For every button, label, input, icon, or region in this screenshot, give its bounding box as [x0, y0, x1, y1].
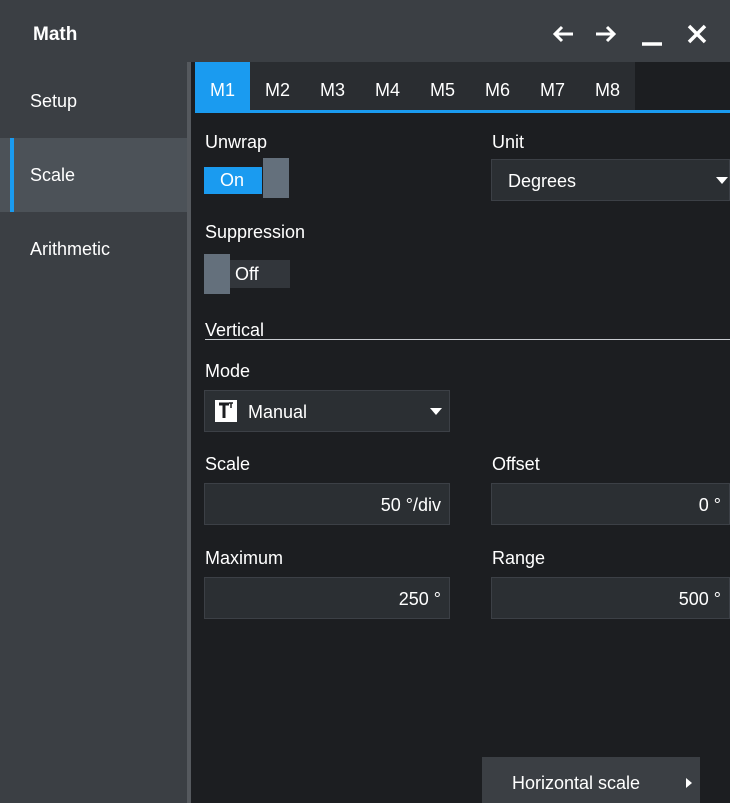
sidebar-item-scale[interactable]: Scale	[0, 138, 187, 212]
sidebar-item-arithmetic[interactable]: Arithmetic	[0, 212, 187, 286]
toggle-knob	[204, 254, 230, 294]
tab-underline	[195, 110, 730, 113]
tab-m1[interactable]: M1	[195, 62, 250, 110]
chevron-down-icon	[430, 408, 442, 415]
offset-field[interactable]: 0 °	[491, 483, 730, 525]
offset-label: Offset	[492, 454, 540, 474]
minimize-icon[interactable]	[640, 22, 664, 46]
toggle-state-on: On	[204, 167, 262, 194]
scale-value: 50 °/div	[380, 495, 441, 515]
scale-label: Scale	[205, 454, 251, 474]
window-title: Math	[33, 24, 78, 45]
math-channel-tabs: M1 M2 M3 M4 M5 M6 M7 M8	[195, 62, 635, 110]
chevron-down-icon	[716, 177, 728, 184]
tab-m7[interactable]: M7	[525, 62, 580, 110]
unwrap-toggle[interactable]: On	[204, 158, 290, 198]
maximum-field[interactable]: 250 °	[204, 577, 450, 619]
toggle-knob	[263, 158, 289, 198]
mode-value: Manual	[248, 402, 308, 422]
tab-m4[interactable]: M4	[360, 62, 415, 110]
maximum-value: 250 °	[398, 589, 441, 609]
sidebar-item-label: Scale	[30, 165, 76, 185]
close-icon[interactable]	[685, 22, 709, 46]
sidebar-item-setup[interactable]: Setup	[0, 64, 187, 138]
title-bar: Math	[0, 0, 730, 62]
tab-m8[interactable]: M8	[580, 62, 635, 110]
mode-label: Mode	[205, 361, 251, 381]
sidebar-divider	[187, 62, 191, 803]
vertical-section-title: Vertical	[205, 320, 265, 340]
suppression-toggle[interactable]: Off	[204, 254, 290, 294]
sidebar-item-label: Arithmetic	[30, 239, 111, 259]
range-field[interactable]: 500 °	[491, 577, 730, 619]
arrow-right-icon[interactable]	[594, 22, 618, 46]
tab-m5[interactable]: M5	[415, 62, 470, 110]
unit-value: Degrees	[508, 171, 577, 191]
scale-field[interactable]: 50 °/div	[204, 483, 450, 525]
sidebar-item-label: Setup	[30, 91, 78, 111]
horizontal-scale-label: Horizontal scale	[512, 773, 641, 793]
unit-label: Unit	[492, 132, 525, 152]
text-cursor-icon	[215, 400, 237, 422]
chevron-right-icon	[686, 778, 692, 788]
horizontal-scale-button[interactable]: Horizontal scale	[482, 757, 700, 803]
arrow-left-icon[interactable]	[551, 22, 575, 46]
offset-value: 0 °	[698, 495, 721, 515]
unwrap-label: Unwrap	[205, 132, 268, 152]
tab-m6[interactable]: M6	[470, 62, 525, 110]
tab-m2[interactable]: M2	[250, 62, 305, 110]
tab-m3[interactable]: M3	[305, 62, 360, 110]
maximum-label: Maximum	[205, 548, 284, 568]
range-value: 500 °	[678, 589, 721, 609]
sidebar: Setup Scale Arithmetic	[0, 62, 187, 803]
suppression-label: Suppression	[205, 222, 306, 242]
mode-dropdown[interactable]: Manual	[204, 390, 450, 432]
section-divider	[205, 339, 730, 340]
range-label: Range	[492, 548, 546, 568]
unit-dropdown[interactable]: Degrees	[491, 159, 730, 201]
toggle-state-off: Off	[230, 260, 290, 288]
